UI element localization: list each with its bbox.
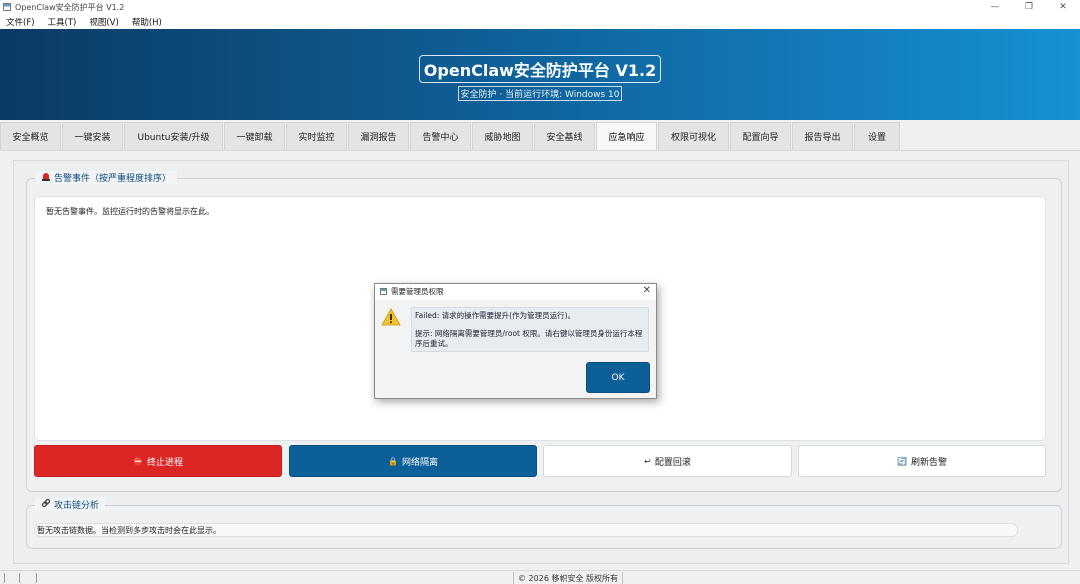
ok-button[interactable]: OK (586, 362, 650, 393)
window-title: OpenClaw安全防护平台 V1.2 (15, 2, 125, 12)
close-button[interactable]: ✕ (1046, 0, 1080, 14)
network-isolate-button[interactable]: 🔒 网络隔离 (289, 445, 537, 477)
tab-settings[interactable]: 设置 (854, 122, 900, 150)
dialog-close-button[interactable]: ✕ (643, 285, 651, 296)
status-separator (4, 573, 5, 583)
dialog-title: 需要管理员权限 (391, 287, 444, 296)
config-rollback-label: 配置回滚 (654, 457, 691, 468)
menu-help[interactable]: 帮助(H) (132, 16, 162, 28)
tab-config-wizard[interactable]: 配置向导 (730, 122, 791, 150)
menu-tools[interactable]: 工具(T) (48, 16, 77, 28)
dialog-body: Failed: 请求的操作需要提升(作为管理员运行)。 提示: 网络隔离需要管理… (375, 300, 656, 398)
refresh-alerts-button[interactable]: 🔄 刷新告警 (798, 445, 1046, 477)
dialog-title-bar: 需要管理员权限 ✕ (375, 284, 656, 299)
tab-permissions[interactable]: 权限可视化 (658, 122, 729, 150)
tab-install[interactable]: 一键安装 (62, 122, 123, 150)
minimize-button[interactable]: — (978, 0, 1012, 14)
refresh-icon: 🔄 (897, 456, 907, 466)
tab-monitor[interactable]: 实时监控 (286, 122, 347, 150)
refresh-alerts-label: 刷新告警 (910, 457, 947, 468)
undo-icon: ↩ (644, 456, 651, 466)
link-icon (41, 498, 51, 511)
siren-icon (41, 172, 51, 184)
lock-icon: 🔒 (388, 456, 398, 466)
admin-required-dialog: 需要管理员权限 ✕ Failed: 请求的操作需要提升(作为管理员运行)。 提示… (374, 283, 657, 399)
window-title-bar: OpenClaw安全防护平台 V1.2 — ❐ ✕ (0, 0, 1080, 14)
tab-vuln-report[interactable]: 漏洞报告 (348, 122, 409, 150)
tab-alerts[interactable]: 告警中心 (410, 122, 471, 150)
tab-baseline[interactable]: 安全基线 (534, 122, 595, 150)
dialog-message-box: Failed: 请求的操作需要提升(作为管理员运行)。 提示: 网络隔离需要管理… (411, 307, 649, 352)
attack-chain-display: 暂无攻击链数据。当检测到多步攻击时会在此显示。 (34, 523, 1018, 537)
warning-icon (381, 308, 401, 326)
attack-chain-empty-message: 暂无攻击链数据。当检测到多步攻击时会在此显示。 (37, 525, 221, 535)
tab-ubuntu[interactable]: Ubuntu安装/升级 (124, 122, 223, 150)
banner-subtitle: 安全防护 · 当前运行环境: Windows 10 (457, 86, 623, 101)
status-separator (19, 573, 20, 583)
attack-chain-legend-text: 攻击链分析 (54, 501, 100, 511)
window-controls: — ❐ ✕ (978, 0, 1080, 14)
alerts-legend-text: 告警事件（按严重程度排序） (54, 174, 172, 184)
dialog-message: Failed: 请求的操作需要提升(作为管理员运行)。 (415, 311, 576, 320)
app-icon (3, 3, 11, 11)
alerts-legend: 告警事件（按严重程度排序） (35, 171, 178, 184)
maximize-button[interactable]: ❐ (1012, 0, 1046, 14)
config-rollback-button[interactable]: ↩ 配置回滚 (543, 445, 792, 477)
dialog-app-icon (380, 288, 387, 295)
tab-incident-response[interactable]: 应急响应 (596, 122, 657, 150)
tab-uninstall[interactable]: 一键卸载 (224, 122, 285, 150)
header-banner: OpenClaw安全防护平台 V1.2 安全防护 · 当前运行环境: Windo… (0, 29, 1080, 120)
kill-process-button[interactable]: ⛔ 终止进程 (34, 445, 282, 477)
alerts-empty-message: 暂无告警事件。监控运行时的告警将显示在此。 (46, 207, 214, 216)
menu-bar: 文件(F) 工具(T) 视图(V) 帮助(H) (0, 14, 1080, 29)
banner-title: OpenClaw安全防护平台 V1.2 (418, 55, 662, 83)
status-separator (36, 573, 37, 583)
copyright-text: © 2026 移帜安全 版权所有 (513, 572, 623, 584)
menu-view[interactable]: 视图(V) (89, 16, 118, 28)
no-entry-icon: ⛔ (133, 456, 143, 466)
tab-divider (0, 150, 1080, 151)
tab-overview[interactable]: 安全概览 (0, 122, 61, 150)
tab-report-export[interactable]: 报告导出 (792, 122, 853, 150)
attack-chain-legend: 攻击链分析 (35, 498, 106, 511)
status-bar: © 2026 移帜安全 版权所有 (0, 570, 1080, 584)
menu-file[interactable]: 文件(F) (6, 16, 35, 28)
dialog-hint: 提示: 网络隔离需要管理员/root 权限。请右键以管理员身份运行本程序后重试。 (415, 329, 643, 348)
tab-bar: 安全概览 一键安装 Ubuntu安装/升级 一键卸载 实时监控 漏洞报告 告警中… (0, 122, 901, 150)
kill-process-label: 终止进程 (146, 457, 183, 468)
tab-threat-map[interactable]: 威胁地图 (472, 122, 533, 150)
network-isolate-label: 网络隔离 (401, 457, 438, 468)
